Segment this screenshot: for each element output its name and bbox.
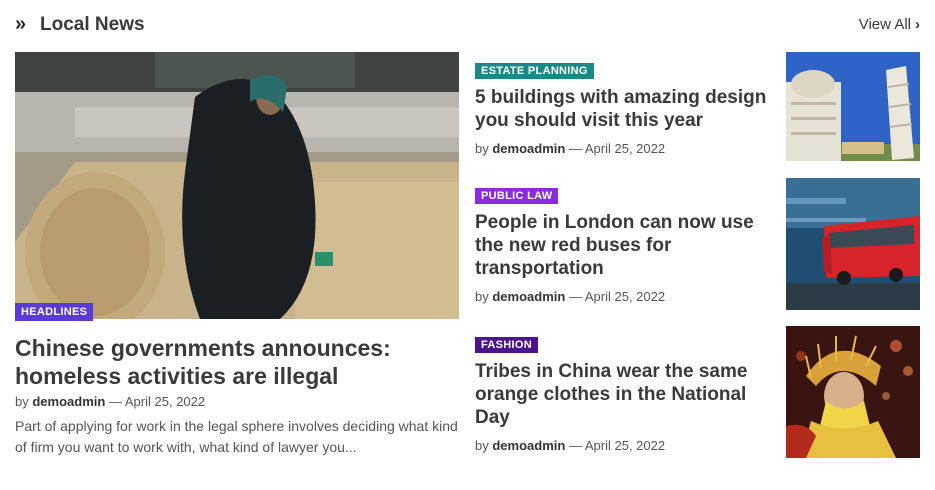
by-label: by	[475, 289, 489, 304]
post-date[interactable]: April 25, 2022	[125, 394, 205, 409]
category-badge[interactable]: PUBLIC LAW	[475, 188, 559, 204]
item-meta: by demoadmin — April 25, 2022	[475, 438, 775, 453]
post-date[interactable]: April 25, 2022	[585, 289, 665, 304]
author-link[interactable]: demoadmin	[492, 141, 565, 156]
by-label: by	[475, 141, 489, 156]
red-bus-photo	[786, 178, 920, 310]
list-item: FASHION Tribes in China wear the same or…	[475, 335, 775, 453]
item-thumbnail[interactable]	[786, 326, 920, 458]
author-link[interactable]: demoadmin	[492, 438, 565, 453]
category-badge[interactable]: ESTATE PLANNING	[475, 63, 594, 79]
meta-separator: —	[568, 141, 582, 156]
item-thumbnail[interactable]	[786, 178, 920, 310]
costume-dancer-photo	[786, 326, 920, 458]
double-chevron-right-icon: »	[15, 13, 26, 35]
author-link[interactable]: demoadmin	[32, 394, 105, 409]
view-all-label[interactable]: View All	[859, 16, 911, 33]
featured-excerpt: Part of applying for work in the legal s…	[15, 418, 458, 455]
section-title: Local News	[40, 14, 145, 35]
meta-separator: —	[108, 394, 122, 409]
item-meta: by demoadmin — April 25, 2022	[475, 289, 775, 304]
featured-meta: by demoadmin — April 25, 2022	[15, 394, 205, 409]
featured-title[interactable]: Chinese governments announces: homeless …	[15, 334, 459, 390]
featured-category-badge[interactable]: HEADLINES	[15, 303, 94, 321]
featured-photo	[15, 52, 459, 319]
meta-separator: —	[568, 289, 582, 304]
category-badge[interactable]: FASHION	[475, 337, 538, 353]
item-thumbnail[interactable]	[786, 52, 920, 161]
post-date[interactable]: April 25, 2022	[585, 438, 665, 453]
featured-image[interactable]	[15, 52, 459, 319]
list-item: PUBLIC LAW People in London can now use …	[475, 186, 775, 304]
item-title[interactable]: 5 buildings with amazing design you shou…	[475, 86, 775, 132]
section-header: » Local News View All ›	[15, 12, 920, 38]
by-label: by	[475, 438, 489, 453]
pisa-tower-photo	[786, 52, 920, 161]
chevron-right-icon: ›	[915, 16, 920, 33]
author-link[interactable]: demoadmin	[492, 289, 565, 304]
meta-separator: —	[568, 438, 582, 453]
item-title[interactable]: People in London can now use the new red…	[475, 211, 775, 280]
post-date[interactable]: April 25, 2022	[585, 141, 665, 156]
list-item: ESTATE PLANNING 5 buildings with amazing…	[475, 61, 775, 156]
item-title[interactable]: Tribes in China wear the same orange clo…	[475, 360, 775, 429]
by-label: by	[15, 394, 29, 409]
view-all-link[interactable]: View All ›	[859, 16, 920, 33]
item-meta: by demoadmin — April 25, 2022	[475, 141, 775, 156]
